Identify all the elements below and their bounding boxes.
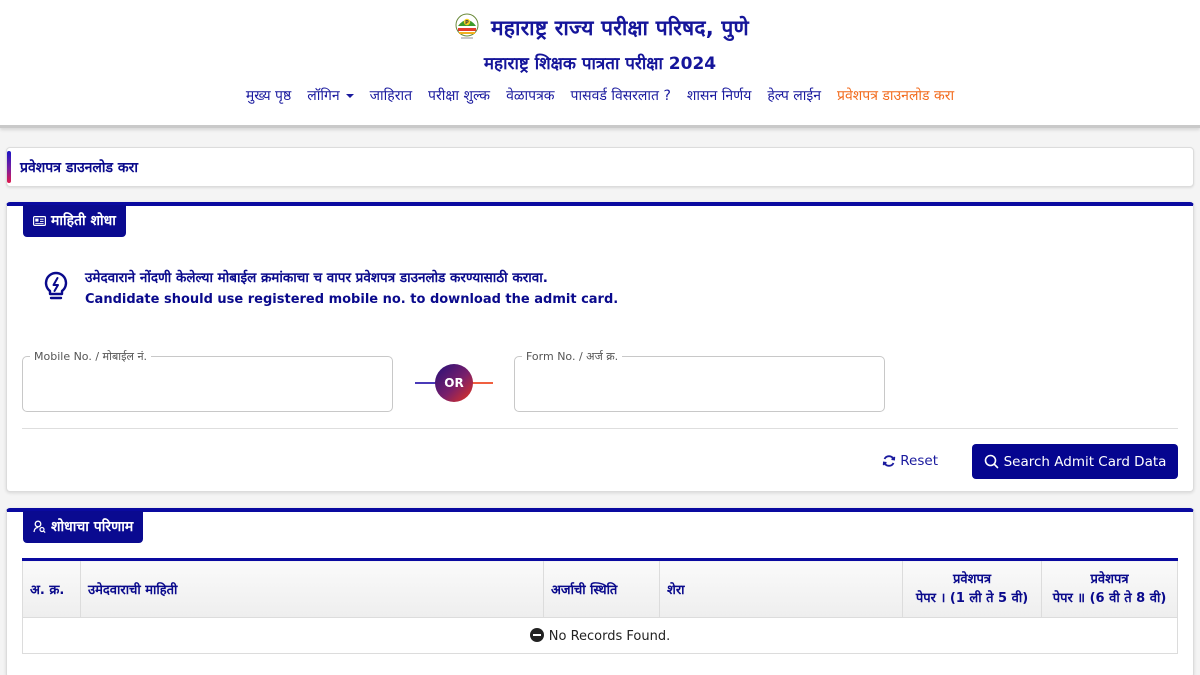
nav-item-label: परीक्षा शुल्क (428, 88, 491, 104)
nav-item-home[interactable]: मुख्य पृष्ठ (238, 86, 299, 105)
svg-text:P: P (465, 20, 469, 26)
nav-item-schedule[interactable]: वेळापत्रक (498, 86, 562, 105)
org-title: महाराष्ट्र राज्य परीक्षा परिषद, पुणे (491, 15, 749, 40)
caret-down-icon (345, 93, 354, 98)
nav-item-label: मुख्य पृष्ठ (245, 88, 292, 104)
empty-state-message: No Records Found. (548, 628, 671, 644)
nav-item-label: हेल्प लाईन (767, 88, 821, 104)
empty-state-cell: No Records Found. (22, 617, 1178, 654)
mobile-number-input[interactable] (23, 357, 392, 411)
nav-item-forgot-password[interactable]: पासवर्ड विसरलात ? (563, 86, 679, 105)
nav-item-label: शासन निर्णय (686, 88, 752, 104)
info-text-english: Candidate should use registered mobile n… (85, 292, 619, 307)
results-panel: शोधाचा परिणाम अ. क्र. उमेदवाराची माहिती … (6, 508, 1194, 675)
page-content: प्रवेशपत्र डाउनलोड करा माहिती शोधा उमेदव… (0, 147, 1200, 675)
column-serial-no: अ. क्र. (22, 559, 81, 618)
id-card-icon (33, 215, 46, 226)
exam-title: महाराष्ट्र शिक्षक पात्रता परीक्षा 2024 (483, 54, 717, 74)
nav-item-helpline[interactable]: हेल्प लाईन (759, 86, 829, 105)
or-line-left (415, 382, 437, 384)
mobile-number-field: Mobile No. / मोबाईल नं. (22, 349, 393, 412)
site-header: P महाराष्ट्र राज्य परीक्षा परिषद, पुणे म… (0, 0, 1200, 128)
info-notice: उमेदवाराने नोंदणी केलेल्या मोबाईल क्रमां… (41, 268, 618, 310)
column-admit-card-paper-2: प्रवेशपत्र पेपर ॥ (6 वी ते 8 वी) (1041, 559, 1178, 618)
nav-item-login[interactable]: लॉगिन (299, 86, 361, 105)
search-panel-title: माहिती शोधा (51, 213, 116, 229)
results-table: अ. क्र. उमेदवाराची माहिती अर्जाची स्थिति… (22, 558, 1178, 654)
or-line-right (471, 382, 493, 384)
column-application-status: अर्जाची स्थिति (543, 559, 660, 618)
nav-item-label: लॉगिन (307, 88, 340, 104)
divider (22, 428, 1178, 429)
table-header-row: अ. क्र. उमेदवाराची माहिती अर्जाची स्थिति… (22, 559, 1178, 618)
nav-item-admit-card-download[interactable]: प्रवेशपत्र डाउनलोड करा (829, 86, 962, 105)
form-number-input[interactable] (515, 357, 884, 411)
reset-button-label: Reset (900, 453, 938, 469)
search-panel-tab: माहिती शोधा (23, 205, 126, 237)
column-header-line: पेपर ॥ (6 वी ते 8 वी) (1052, 591, 1167, 606)
column-header-line: प्रवेशपत्र (952, 572, 992, 587)
column-header-line: प्रवेशपत्र (1090, 572, 1129, 587)
brand: P महाराष्ट्र राज्य परीक्षा परिषद, पुणे (0, 0, 1200, 45)
nav-item-label: जाहिरात (369, 88, 413, 104)
page-heading-card: प्रवेशपत्र डाउनलोड करा (6, 147, 1194, 187)
search-button-label: Search Admit Card Data (1003, 453, 1167, 470)
search-icon (984, 454, 998, 469)
form-number-field: Form No. / अर्ज क्र. (514, 349, 885, 412)
lightbulb-icon (44, 271, 68, 300)
results-panel-title: शोधाचा परिणाम (51, 519, 134, 535)
or-separator: OR (415, 364, 493, 402)
or-badge: OR (435, 364, 473, 402)
column-header-line: पेपर । (1 ली ते 5 वी) (915, 591, 1029, 606)
results-panel-tab: शोधाचा परिणाम (23, 511, 144, 543)
info-text-marathi: उमेदवाराने नोंदणी केलेल्या मोबाईल क्रमां… (85, 270, 548, 286)
nav-item-label: पासवर्ड विसरलात ? (570, 88, 671, 104)
reset-button[interactable]: Reset (882, 453, 938, 469)
page-title: प्रवेशपत्र डाउनलोड करा (20, 159, 138, 176)
column-admit-card-paper-1: प्रवेशपत्र पेपर । (1 ली ते 5 वी) (902, 559, 1042, 618)
minus-circle-icon (529, 627, 544, 642)
msce-logo-icon[interactable]: P (451, 12, 483, 44)
nav-item-label: वेळापत्रक (506, 88, 555, 104)
form-number-label: Form No. / अर्ज क्र. (522, 349, 623, 364)
mobile-number-label: Mobile No. / मोबाईल नं. (30, 349, 152, 364)
user-search-icon (33, 520, 46, 533)
nav-item-advertisement[interactable]: जाहिरात (362, 86, 420, 105)
nav-item-label: प्रवेशपत्र डाउनलोड करा (836, 88, 955, 104)
main-nav: मुख्य पृष्ठ लॉगिन जाहिरात परीक्षा शुल्क … (0, 86, 1200, 105)
nav-item-government-resolution[interactable]: शासन निर्णय (679, 86, 759, 105)
search-admit-card-button[interactable]: Search Admit Card Data (972, 444, 1178, 479)
search-panel: माहिती शोधा उमेदवाराने नोंदणी केलेल्या म… (6, 202, 1194, 492)
column-remarks: शेरा (659, 559, 903, 618)
table-row-empty: No Records Found. (22, 617, 1178, 654)
refresh-icon (883, 455, 896, 467)
nav-item-exam-fee[interactable]: परीक्षा शुल्क (420, 86, 498, 105)
column-candidate-info: उमेदवाराची माहिती (80, 559, 544, 618)
